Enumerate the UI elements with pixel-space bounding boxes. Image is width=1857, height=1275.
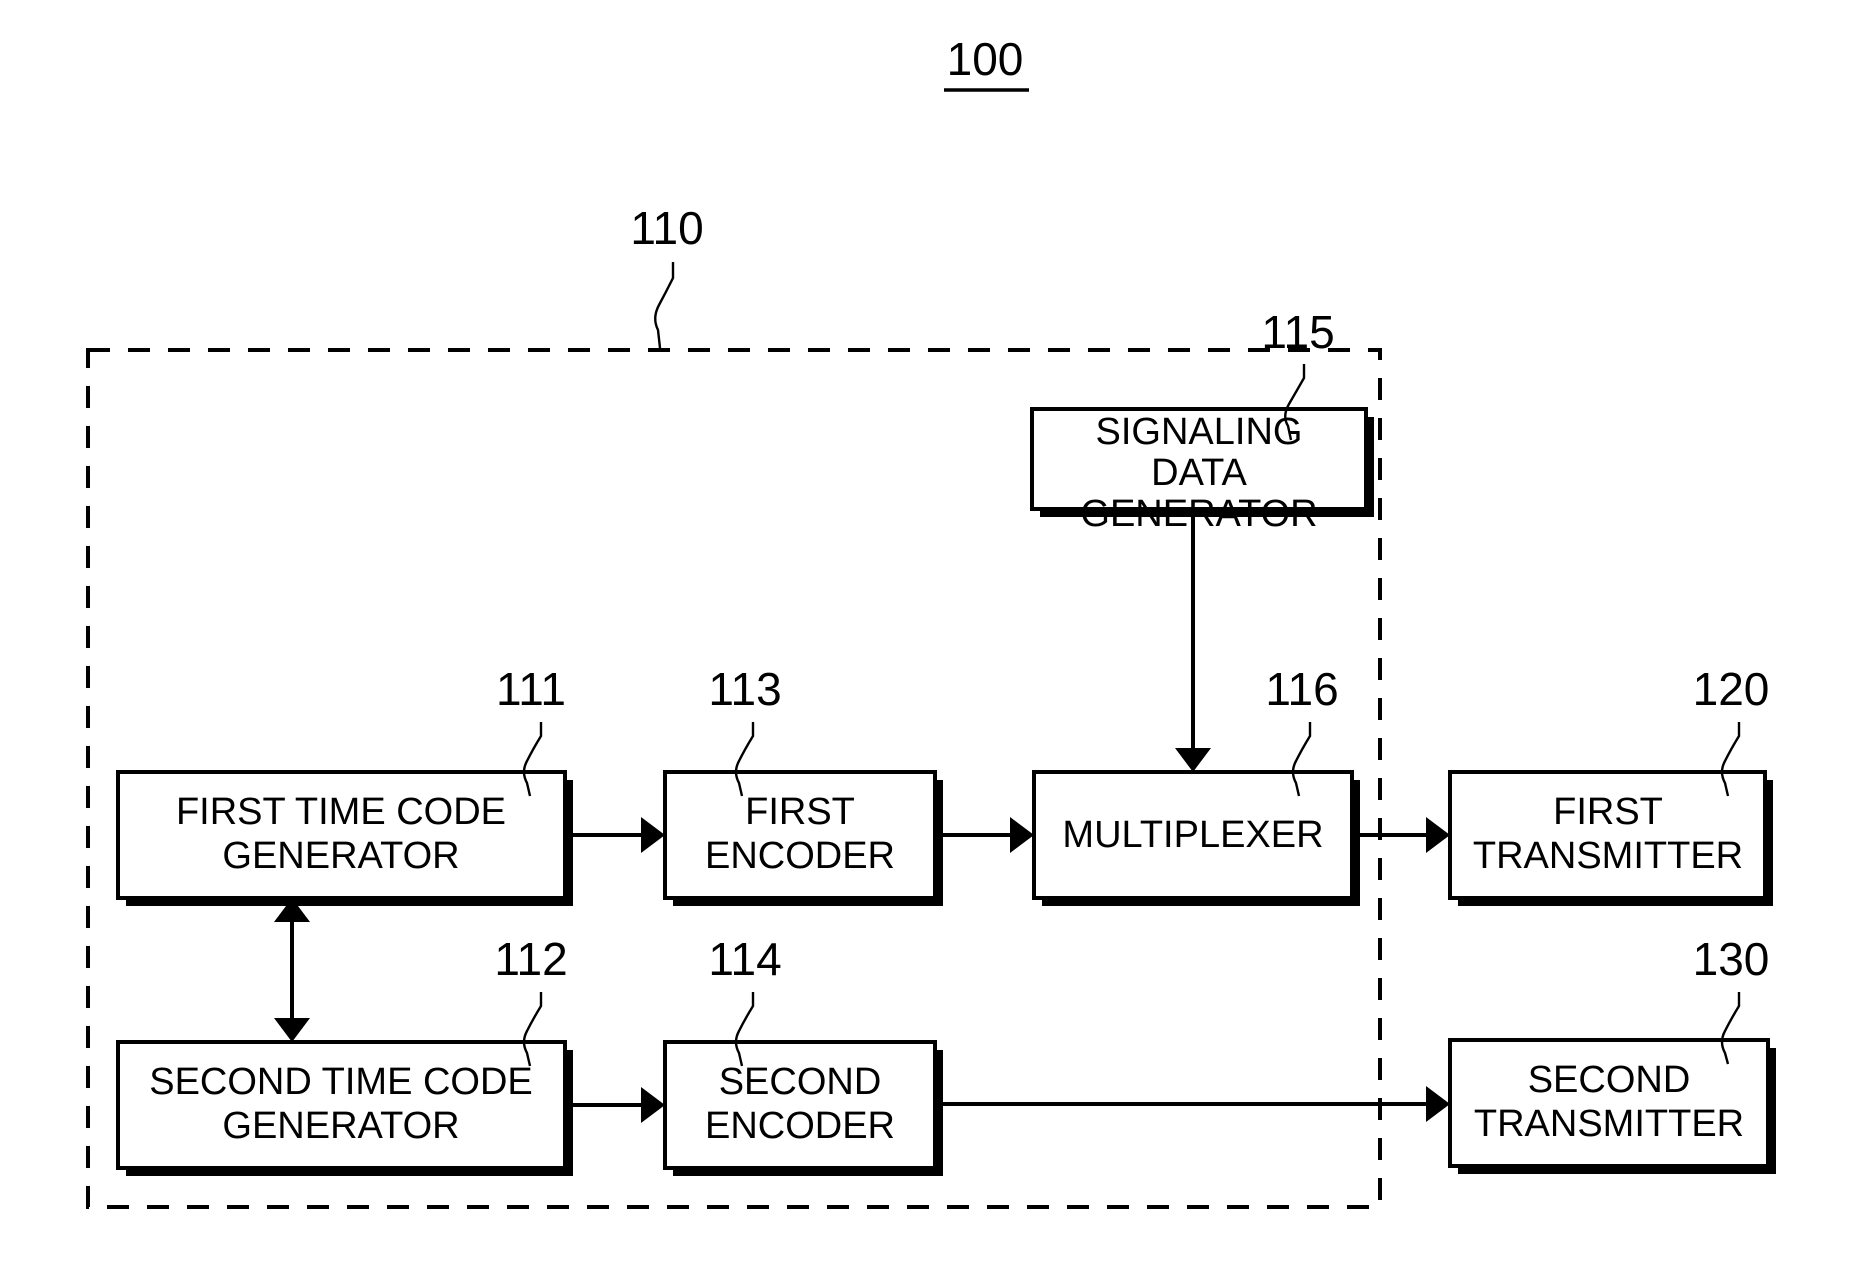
ref-label-116: 116 — [1265, 663, 1338, 715]
ref-label-112: 112 — [494, 933, 567, 985]
ref-label-110: 110 — [630, 202, 703, 254]
arrowhead-second-timecode-to-second-encoder — [641, 1087, 665, 1123]
first-encoder-label-line-2: ENCODER — [705, 835, 895, 877]
first-time-code-generator-label-line-1: FIRST TIME CODE — [176, 791, 506, 833]
arrowhead-first-timecode-to-first-encoder — [641, 817, 665, 853]
signaling-data-generator-label-line-1: SIGNALING — [1096, 411, 1303, 453]
first-encoder-label-line-1: FIRST — [745, 791, 855, 833]
multiplexer-label: MULTIPLEXER — [1062, 814, 1323, 856]
arrowhead-sync-down — [274, 1018, 310, 1042]
second-encoder-label-line-1: SECOND — [719, 1061, 882, 1103]
figure-number: 100 — [947, 33, 1024, 85]
first-transmitter-label-line-1: FIRST — [1553, 791, 1663, 833]
signaling-data-generator-label-line-3: GENERATOR — [1080, 493, 1317, 535]
arrowhead-first-encoder-to-multiplexer — [1010, 817, 1034, 853]
arrowhead-second-encoder-to-second-transmitter — [1426, 1086, 1450, 1122]
leader-line-110 — [654, 262, 675, 349]
first-transmitter-label-line-2: TRANSMITTER — [1473, 835, 1743, 877]
ref-label-115: 115 — [1261, 306, 1334, 358]
signaling-data-generator-label-line-2: DATA — [1151, 452, 1247, 494]
second-encoder-label-line-2: ENCODER — [705, 1105, 895, 1147]
ref-label-111: 111 — [496, 663, 566, 715]
second-transmitter-label-line-1: SECOND — [1528, 1059, 1691, 1101]
arrowhead-multiplexer-to-first-transmitter — [1426, 817, 1450, 853]
first-time-code-generator-label-line-2: GENERATOR — [222, 835, 459, 877]
patent-figure: 100 110 SIGNALING DATA GENERATOR 115 FIR… — [0, 0, 1857, 1275]
ref-label-113: 113 — [708, 663, 781, 715]
block-diagram-canvas: 100 110 SIGNALING DATA GENERATOR 115 FIR… — [86, 33, 1776, 1209]
ref-label-120: 120 — [1693, 663, 1770, 715]
second-time-code-generator-label-line-1: SECOND TIME CODE — [149, 1061, 533, 1103]
second-transmitter-label-line-2: TRANSMITTER — [1474, 1103, 1744, 1145]
second-time-code-generator-label-line-2: GENERATOR — [222, 1105, 459, 1147]
ref-label-130: 130 — [1693, 933, 1770, 985]
ref-label-114: 114 — [708, 933, 781, 985]
arrowhead-signaling-to-multiplexer — [1175, 748, 1211, 772]
